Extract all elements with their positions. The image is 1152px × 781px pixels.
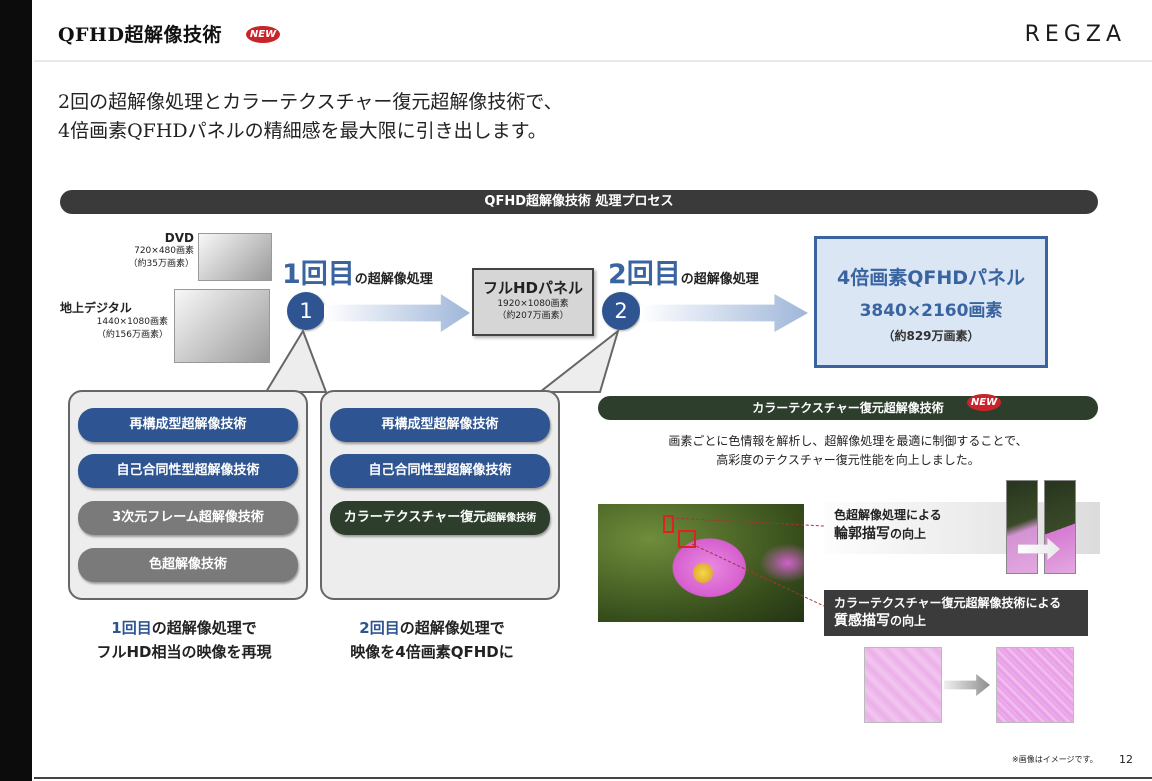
enhancement1-small: の向上 xyxy=(890,527,927,541)
enhancement2-label: カラーテクスチャー復元超解像技術による 質感描写の向上 xyxy=(824,590,1088,636)
texture-before-image xyxy=(864,647,942,723)
footnote: ※画像はイメージです。 xyxy=(1012,755,1098,764)
enhancement2-big: 質感描写 xyxy=(834,613,890,629)
enhancement1-big: 輪郭描写 xyxy=(834,526,890,542)
zoom-line-edge xyxy=(670,517,825,527)
edge-after-image xyxy=(1044,480,1076,574)
page-number: 12 xyxy=(1119,753,1133,766)
edge-before-image xyxy=(1006,480,1038,574)
zoom-lines xyxy=(670,517,825,607)
enhancement2-line1: カラーテクスチャー復元超解像技術による xyxy=(834,596,1062,610)
zoom-line-texture xyxy=(691,543,825,607)
footer-divider xyxy=(34,777,1152,779)
enhancement2-small: の向上 xyxy=(890,614,927,628)
texture-after-image xyxy=(996,647,1074,723)
